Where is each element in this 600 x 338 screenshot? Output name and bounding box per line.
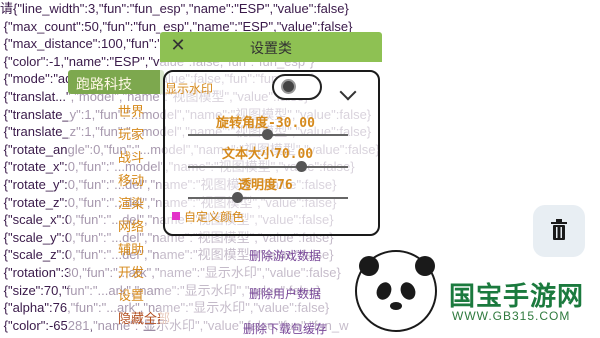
custom-color-label[interactable]: 自定义颜色 [184, 208, 244, 225]
menu-item-settings[interactable]: 设置 [118, 285, 144, 304]
delete-download-cache-button[interactable]: 删除下载包缓存 [200, 320, 370, 337]
code-line: 请{"line_width":3,"fun":"fun_esp","name":… [0, 1, 349, 16]
menu-item-player[interactable]: 玩家 [118, 124, 144, 143]
text-size-slider-label: 文本大小70.00 [222, 147, 314, 162]
menu-item-combat[interactable]: 战斗 [118, 147, 144, 166]
menu-item-render[interactable]: 渲染 [118, 193, 144, 212]
custom-color-swatch[interactable] [172, 212, 180, 220]
module-menu [68, 70, 160, 330]
opacity-slider-label: 透明度76 [238, 178, 293, 193]
rotation-slider-knob[interactable] [262, 129, 273, 140]
menu-item-network[interactable]: 网络 [118, 216, 144, 235]
panda-ear-right [415, 256, 435, 276]
trash-icon [551, 219, 567, 240]
toggle-knob [281, 79, 296, 94]
delete-user-data-button[interactable]: 删除用户数据 [200, 285, 370, 302]
opacity-slider-knob[interactable] [232, 192, 243, 203]
show-watermark-toggle[interactable] [272, 74, 322, 100]
brand-url: WWW.GB315.COM [452, 309, 571, 323]
module-menu-title: 跑路科技 [76, 77, 132, 93]
opacity-slider-track[interactable] [188, 197, 348, 199]
show-watermark-label: 显示水印 [165, 82, 214, 96]
delete-game-data-button[interactable]: 删除游戏数据 [200, 247, 370, 264]
menu-item-movement[interactable]: 移动 [118, 170, 144, 189]
panda-eye-left [373, 279, 395, 303]
text-size-slider-knob[interactable] [296, 161, 307, 172]
menu-item-world[interactable]: 世界 [118, 101, 144, 120]
module-menu-header: 跑路科技 [68, 70, 164, 94]
menu-item-assist[interactable]: 辅助 [118, 239, 144, 258]
panda-ear-left [359, 256, 379, 276]
menu-item-dev[interactable]: 开发 [118, 262, 144, 281]
panda-logo [355, 250, 437, 332]
text-size-slider-track[interactable] [188, 166, 348, 168]
brand-name: 国宝手游网 [449, 282, 585, 312]
settings-panel-title: 设置类 [250, 41, 292, 57]
panda-eye-right [397, 279, 419, 303]
panda-nose [390, 302, 402, 310]
